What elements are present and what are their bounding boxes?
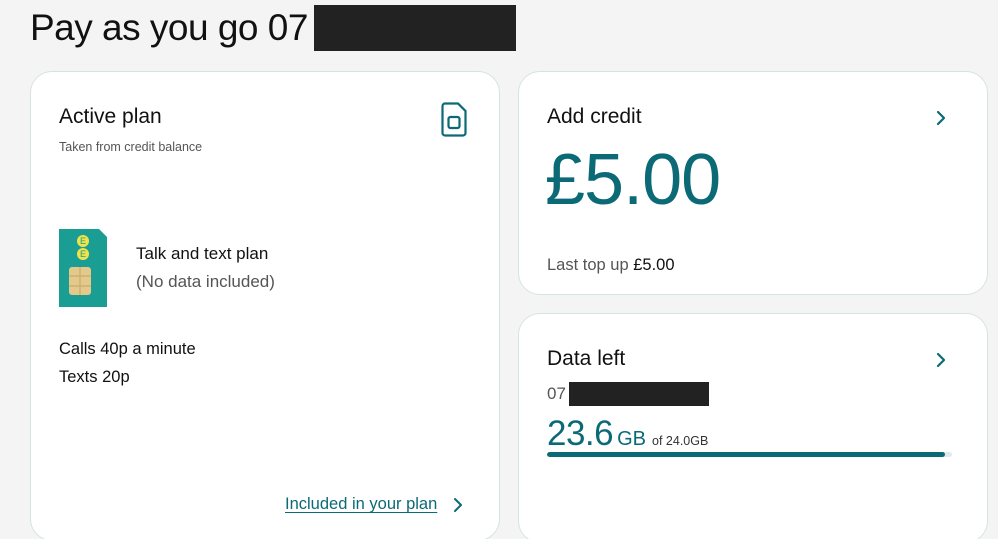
texts-rate: Texts 20p <box>59 368 130 386</box>
data-remaining: 23.6 GB of 24.0GB <box>547 414 708 454</box>
plan-name: Talk and text plan <box>136 244 269 263</box>
data-remaining-unit: GB <box>617 428 647 450</box>
svg-text:E: E <box>80 236 86 246</box>
data-remaining-value: 23.6 <box>547 414 614 453</box>
sim-card-outline-icon <box>441 102 467 137</box>
data-progress-fill <box>547 452 946 457</box>
ee-sim-card-icon: E E <box>59 229 107 307</box>
svg-text:E: E <box>80 249 86 259</box>
data-left-heading: Data left <box>547 347 626 370</box>
data-allowance: of 24.0GB <box>652 434 709 448</box>
last-topup-label: Last top up <box>547 256 629 274</box>
plan-note: (No data included) <box>136 272 275 291</box>
redacted-phone-number <box>568 382 709 406</box>
page-title: Pay as you go 07 <box>30 5 516 51</box>
credit-balance: £5.00 <box>545 140 721 220</box>
active-plan-heading: Active plan <box>59 105 162 128</box>
data-progress-bar <box>547 452 952 457</box>
phone-number-prefix: 07 <box>547 384 566 403</box>
chevron-right-icon[interactable] <box>451 496 465 514</box>
active-plan-card: Active plan Taken from credit balance E … <box>30 71 500 539</box>
page-title-text: Pay as you go 07 <box>30 7 308 48</box>
add-credit-card[interactable]: Add credit £5.00 Last top up £5.00 <box>518 71 988 295</box>
data-left-card[interactable]: Data left 07 23.6 GB of 24.0GB <box>518 313 988 539</box>
included-in-plan-link[interactable]: Included in your plan <box>285 495 437 514</box>
phone-number: 07 <box>547 382 709 406</box>
calls-rate: Calls 40p a minute <box>59 340 196 358</box>
active-plan-subtitle: Taken from credit balance <box>59 140 203 154</box>
last-topup: Last top up £5.00 <box>547 256 675 275</box>
chevron-right-icon[interactable] <box>933 108 949 128</box>
redacted-phone-number <box>313 5 516 51</box>
chevron-right-icon[interactable] <box>933 350 949 370</box>
add-credit-heading: Add credit <box>547 105 642 128</box>
last-topup-value: £5.00 <box>633 256 675 274</box>
payg-overview-page: Pay as you go 07 Active plan Taken from … <box>0 0 998 539</box>
